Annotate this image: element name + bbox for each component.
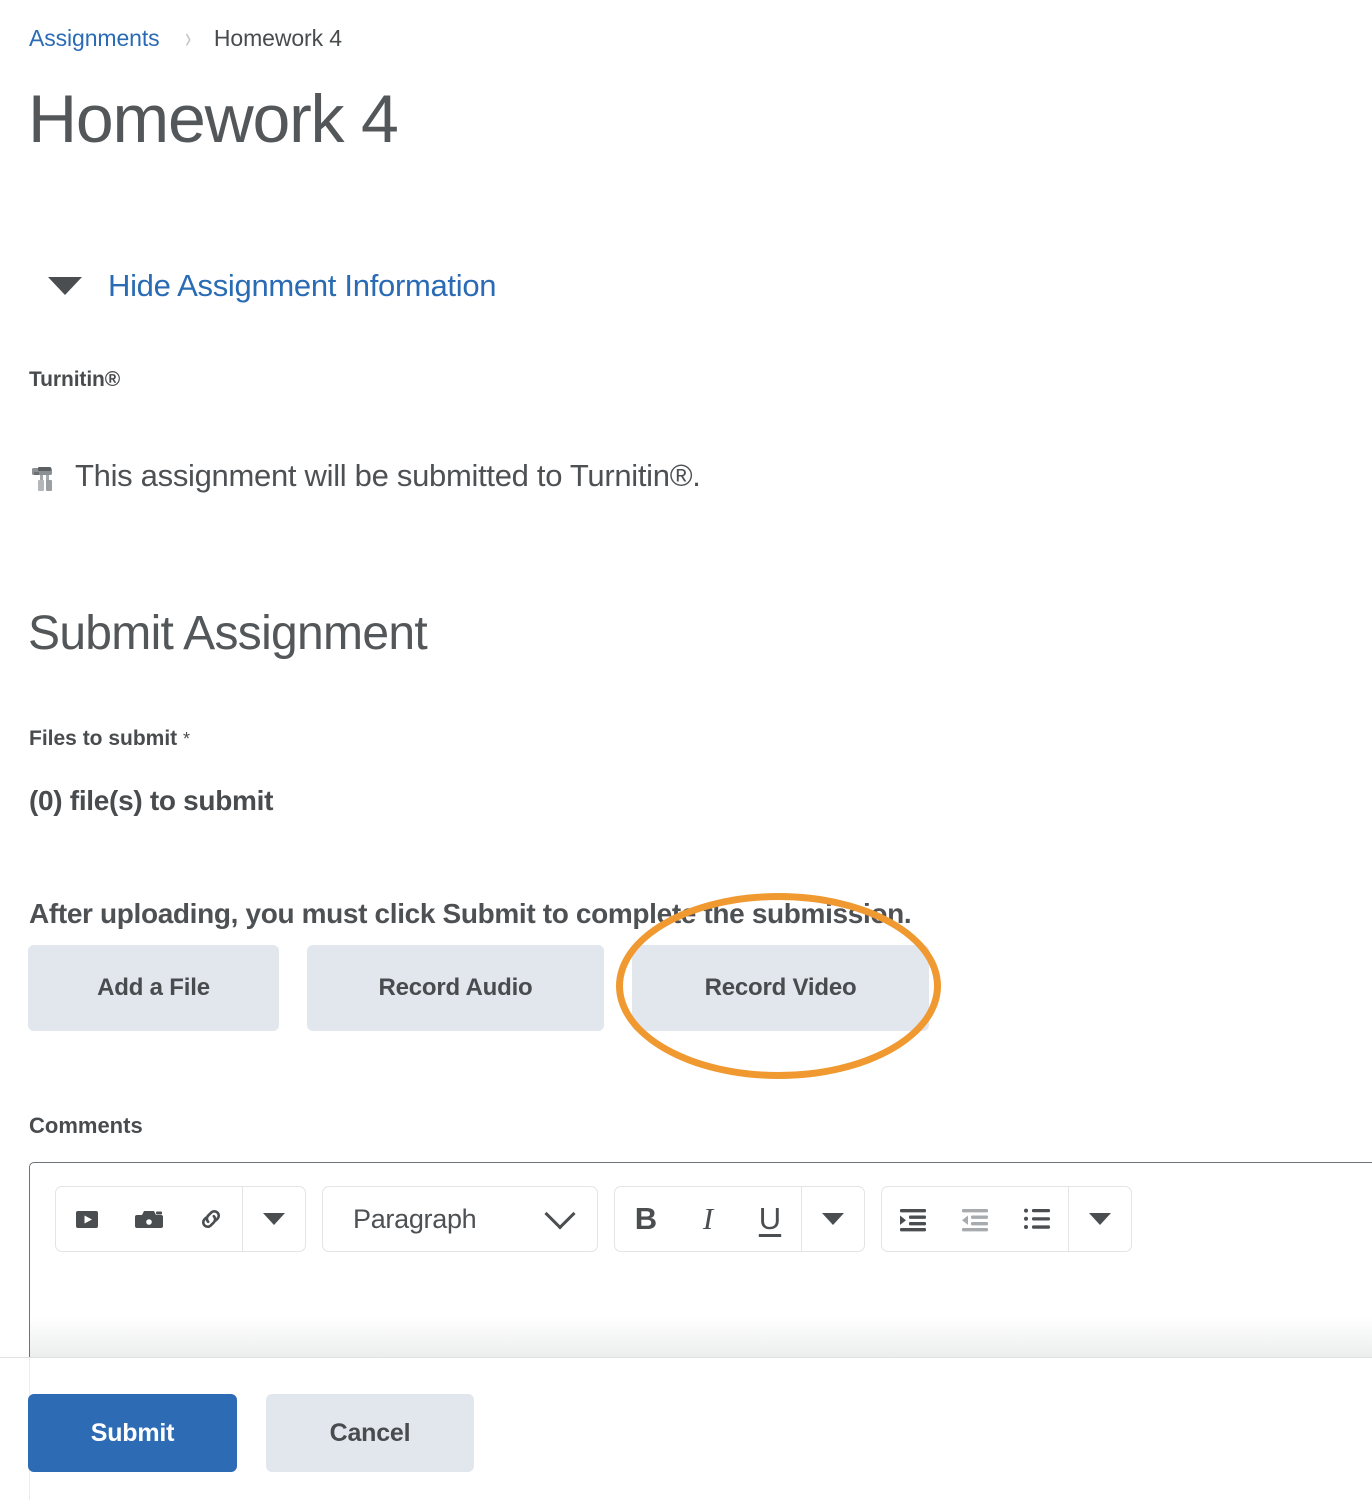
insert-image-icon[interactable] (118, 1187, 180, 1251)
submit-button[interactable]: Submit (28, 1394, 237, 1472)
breadcrumb-link-assignments[interactable]: Assignments (29, 27, 160, 50)
style-more-chevron-down-icon[interactable] (802, 1187, 864, 1251)
chevron-down-icon (544, 1198, 576, 1230)
italic-icon[interactable]: I (677, 1187, 739, 1251)
submit-assignment-heading: Submit Assignment (28, 607, 428, 660)
list-indent-group (881, 1186, 1132, 1252)
comments-rich-text-editor[interactable]: Paragraph B I U (29, 1162, 1372, 1358)
bold-label: B (634, 1201, 658, 1236)
cancel-button[interactable]: Cancel (266, 1394, 474, 1472)
chevron-right-icon: › (184, 21, 191, 55)
record-audio-button[interactable]: Record Audio (307, 945, 604, 1031)
underline-label: U (758, 1201, 782, 1236)
upload-instruction-text: After uploading, you must click Submit t… (29, 898, 912, 929)
turnitin-note-row: This assignment will be submitted to Tur… (29, 458, 701, 494)
caret-down-icon (48, 276, 82, 295)
indent-decrease-icon[interactable] (944, 1187, 1006, 1251)
hide-assignment-information-toggle[interactable]: Hide Assignment Information (48, 268, 497, 303)
insert-video-icon[interactable] (56, 1187, 118, 1251)
breadcrumb: Assignments › Homework 4 (29, 21, 343, 55)
files-to-submit-label: Files to submit * (29, 727, 190, 751)
form-actions: Submit Cancel (28, 1394, 474, 1472)
files-to-submit-text: Files to submit (29, 727, 178, 750)
record-video-button[interactable]: Record Video (632, 945, 929, 1031)
editor-toolbar: Paragraph B I U (55, 1186, 1148, 1252)
attach-buttons-row: Add a File Record Audio Record Video (28, 945, 929, 1031)
turnitin-note-text: This assignment will be submitted to Tur… (75, 458, 701, 493)
bold-icon[interactable]: B (615, 1187, 677, 1251)
underline-icon[interactable]: U (739, 1187, 801, 1251)
insert-link-icon[interactable] (180, 1187, 242, 1251)
page-title: Homework 4 (28, 81, 399, 157)
text-style-group: B I U (614, 1186, 865, 1252)
list-more-chevron-down-icon[interactable] (1069, 1187, 1131, 1251)
italic-label: I (702, 1201, 714, 1236)
paragraph-format-select[interactable]: Paragraph (322, 1186, 598, 1252)
insert-tools-group (55, 1186, 306, 1252)
editor-content-area[interactable] (30, 1317, 1372, 1357)
insert-more-chevron-down-icon[interactable] (243, 1187, 305, 1251)
breadcrumb-current: Homework 4 (213, 25, 343, 51)
required-marker: * (183, 729, 191, 749)
indent-increase-icon[interactable] (882, 1187, 944, 1251)
bulleted-list-icon[interactable] (1006, 1187, 1068, 1251)
turnitin-heading: Turnitin® (29, 368, 121, 391)
files-count-text: (0) file(s) to submit (29, 785, 274, 816)
turnitin-robot-icon (29, 464, 59, 494)
comments-label: Comments (29, 1113, 143, 1138)
add-a-file-button[interactable]: Add a File (28, 945, 279, 1031)
hide-assignment-information-label: Hide Assignment Information (108, 268, 497, 303)
footer-divider (0, 1357, 1372, 1358)
paragraph-format-value: Paragraph (353, 1203, 477, 1234)
